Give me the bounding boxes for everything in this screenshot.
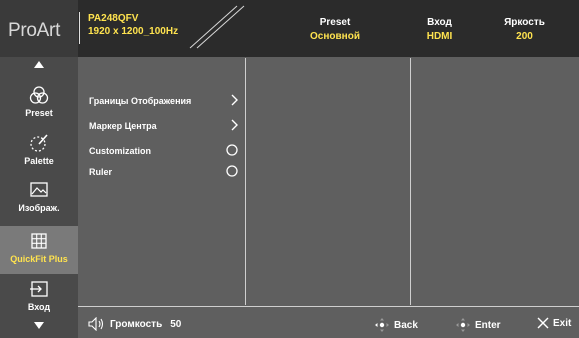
menu-item-label: Границы Отображения [89, 96, 192, 106]
sidebar: Preset Palette Изображ. QuickFit Plus Вх… [0, 57, 78, 338]
panel-divider-1 [245, 58, 246, 305]
enter-button[interactable]: Enter [455, 317, 501, 333]
menu-item-center-marker[interactable]: Маркер Центра [89, 118, 239, 138]
close-icon [537, 317, 549, 329]
quickfit-grid-icon [31, 233, 47, 249]
osd-header: ProArt PA248QFV 1920 x 1200_100Hz Preset… [0, 0, 579, 57]
sidebar-item-label: Изображ. [18, 203, 60, 213]
menu-item-display-borders[interactable]: Границы Отображения [89, 93, 239, 113]
exit-button[interactable]: Exit [537, 317, 571, 329]
chevron-right-icon [231, 94, 238, 106]
input-icon [30, 281, 48, 297]
speaker-icon [88, 317, 104, 331]
status-brightness-label: Яркость [504, 17, 545, 28]
joystick-left-icon [375, 318, 389, 332]
brand-divider [79, 12, 80, 44]
menu-item-label: Customization [89, 146, 151, 156]
osd-footer: Громкость 50 Back Enter Exit [78, 306, 579, 338]
status-preset: Preset Основной [290, 16, 380, 44]
enter-label: Enter [475, 319, 501, 331]
sidebar-item-preset[interactable]: Preset [0, 84, 78, 134]
menu-item-ruler[interactable]: Ruler [89, 164, 239, 184]
sidebar-item-image[interactable]: Изображ. [0, 179, 78, 229]
status-input-label: Вход [427, 17, 452, 28]
sidebar-item-label: Preset [25, 108, 53, 118]
radio-icon[interactable] [225, 143, 239, 157]
sidebar-scroll-up-icon[interactable] [0, 60, 78, 70]
header-slash-decoration [189, 5, 245, 49]
sidebar-scroll-down-icon[interactable] [0, 321, 78, 331]
sidebar-item-label: Вход [27, 302, 51, 312]
brand-logo: ProArt [8, 20, 61, 41]
sidebar-item-label: Palette [24, 156, 54, 166]
menu-item-label: Ruler [89, 167, 113, 177]
status-brightness-value: 200 [516, 31, 533, 42]
sidebar-item-palette[interactable]: Palette [0, 132, 78, 182]
image-icon [30, 182, 48, 197]
menu-item-label: Маркер Центра [89, 121, 157, 131]
sidebar-item-quickfit-plus[interactable]: QuickFit Plus [0, 226, 78, 274]
joystick-center-icon [456, 318, 470, 332]
brand-area: ProArt [0, 0, 78, 57]
menu-item-customization[interactable]: Customization [89, 143, 239, 163]
exit-label: Exit [553, 317, 572, 329]
back-button[interactable]: Back [374, 317, 418, 333]
volume-label: Громкость [110, 318, 163, 330]
back-label: Back [394, 319, 418, 331]
status-input-value: HDMI [426, 31, 453, 42]
volume-value: 50 [170, 318, 182, 330]
status-preset-label: Preset [319, 17, 351, 28]
panel-divider-2 [410, 58, 411, 305]
chevron-right-icon [231, 119, 238, 131]
status-preset-value: Основной [310, 31, 360, 42]
volume-control[interactable]: Громкость 50 [88, 317, 181, 331]
palette-icon [30, 134, 48, 152]
status-input: Вход HDMI [412, 16, 467, 44]
sidebar-item-label: QuickFit Plus [10, 254, 68, 264]
preset-icon [29, 86, 49, 104]
status-brightness: Яркость 200 [492, 16, 557, 44]
monitor-osd: ProArt PA248QFV 1920 x 1200_100Hz Preset… [0, 0, 579, 338]
radio-icon[interactable] [225, 164, 239, 178]
